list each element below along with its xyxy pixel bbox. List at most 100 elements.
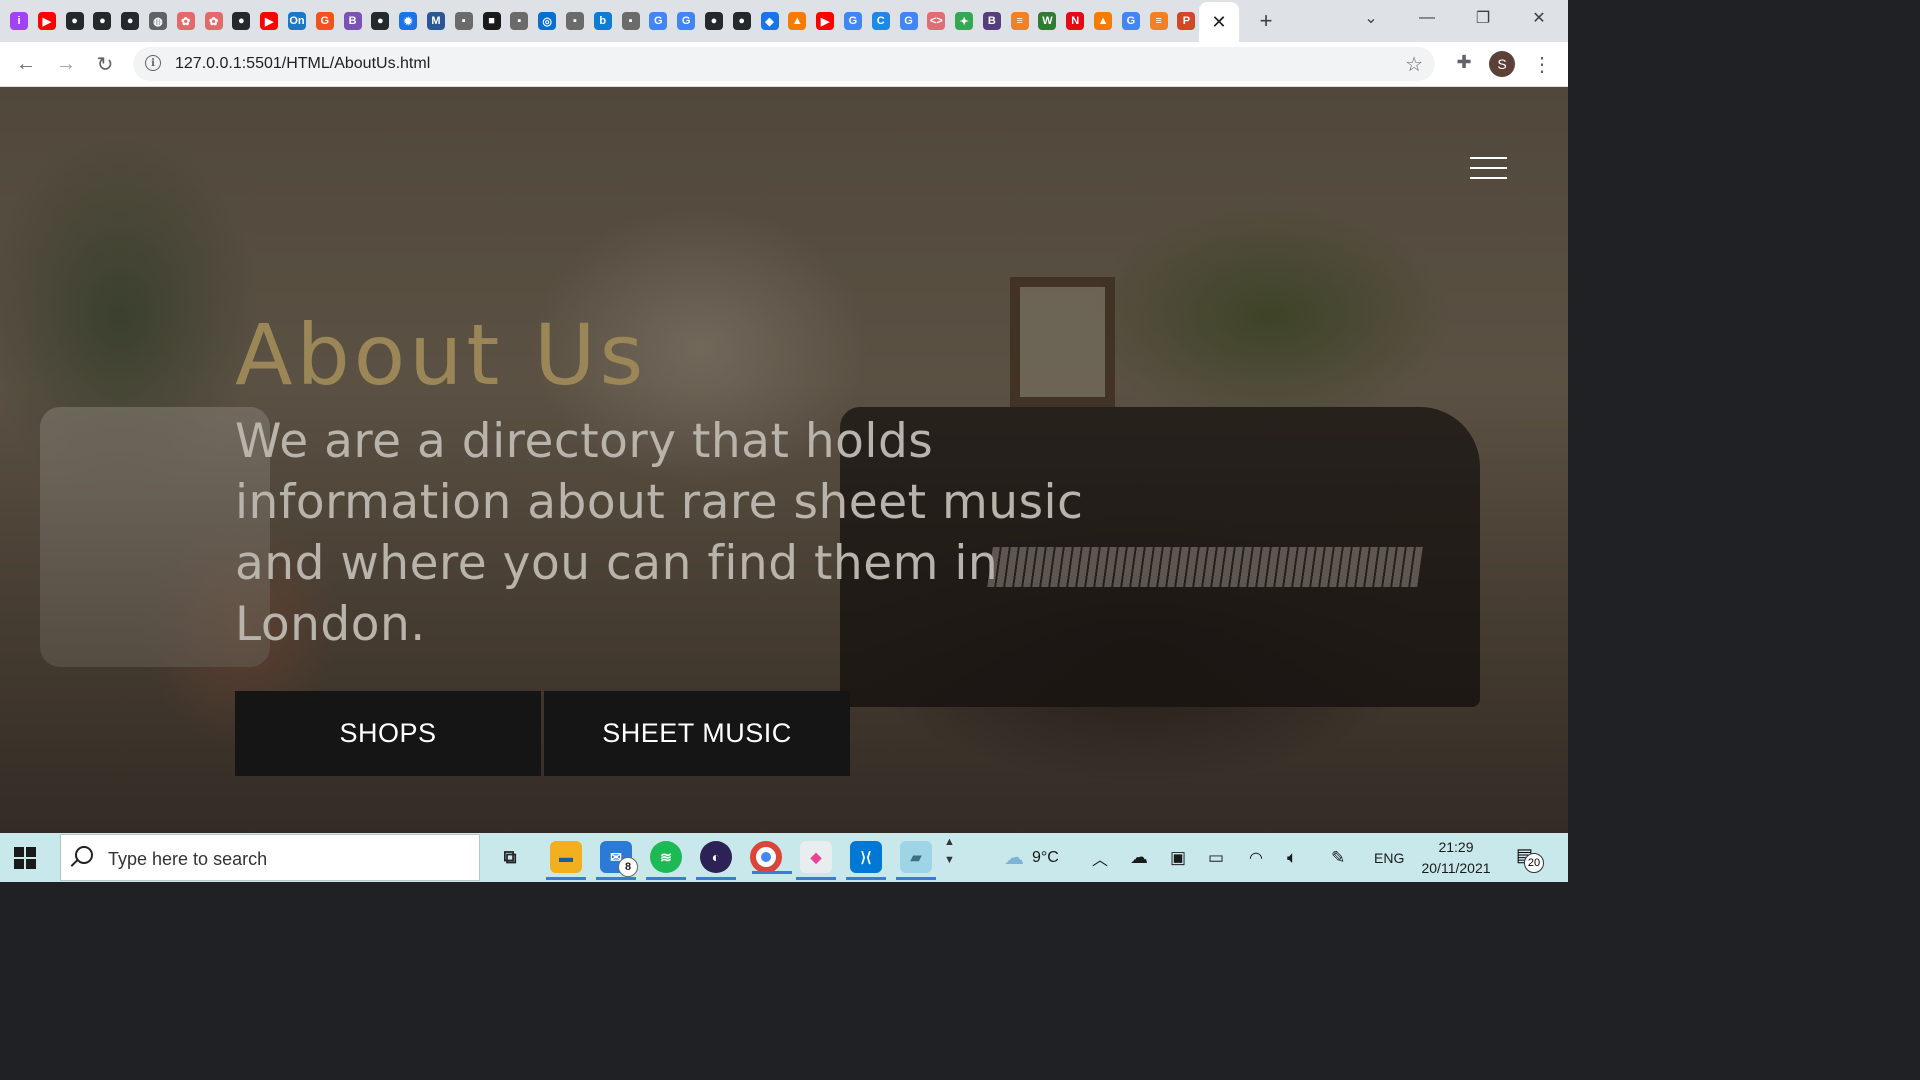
- address-bar[interactable]: i 127.0.0.1:5501/HTML/AboutUs.html ☆: [133, 47, 1435, 81]
- google-icon[interactable]: G: [677, 12, 696, 30]
- spotify-icon[interactable]: ≋: [646, 841, 686, 880]
- g-icon[interactable]: G: [315, 12, 334, 30]
- active-tab[interactable]: ✕: [1199, 2, 1239, 42]
- site-info-icon[interactable]: i: [145, 55, 161, 71]
- wifi-icon[interactable]: ◠: [1249, 833, 1263, 882]
- square-icon[interactable]: ■: [482, 12, 501, 30]
- url-text[interactable]: 127.0.0.1:5501/HTML/AboutUs.html: [175, 55, 430, 73]
- page-viewport: About Us We are a directory that holds i…: [0, 87, 1568, 833]
- language-indicator[interactable]: ENG: [1374, 833, 1404, 882]
- app-icon[interactable]: ▲: [788, 12, 807, 30]
- mail-badge: 8: [618, 857, 638, 877]
- tab-icon-1[interactable]: i: [10, 12, 28, 30]
- extensions-puzzle-icon[interactable]: ✚: [1452, 50, 1476, 74]
- onedrive-icon[interactable]: ☁: [1130, 833, 1148, 882]
- tab-icon-list: i ▶ ● ● ● ◍ ✿ ✿ ● ▶ On G B ● ✹ M ▪ ■ ▪ ◎ ▪ b ▪ G G ● ● ◆ ▲ ▶ G C G <> ✦ B ≡ W…: [0, 0, 1205, 42]
- hero-button-row: SHOPS SHEET MUSIC: [235, 691, 850, 776]
- taskbar-scroll-icon[interactable]: ▲ ▼: [944, 833, 955, 882]
- github-icon[interactable]: ●: [121, 12, 140, 30]
- bing-icon[interactable]: b: [593, 12, 612, 30]
- bootstrap-icon[interactable]: B: [982, 12, 1001, 30]
- cloud-icon: ☁: [1004, 847, 1024, 869]
- w-icon[interactable]: W: [1038, 12, 1057, 30]
- battery-icon[interactable]: ▭: [1208, 833, 1224, 882]
- clock-time: 21:29: [1438, 839, 1474, 855]
- minimize-icon[interactable]: —: [1404, 0, 1450, 36]
- display-icon[interactable]: ▣: [1170, 833, 1186, 882]
- volume-icon[interactable]: 🔈︎: [1287, 833, 1297, 882]
- code-icon[interactable]: <>: [927, 12, 946, 30]
- github-icon[interactable]: ●: [232, 12, 251, 30]
- google-icon[interactable]: G: [843, 12, 862, 30]
- hamburger-menu-icon[interactable]: [1470, 157, 1507, 179]
- weather-widget[interactable]: ☁ 9°C: [1004, 833, 1059, 882]
- azure-icon[interactable]: ◎: [538, 12, 557, 30]
- forward-arrow-icon[interactable]: →: [52, 50, 80, 78]
- youtube-icon[interactable]: ▶: [260, 12, 279, 30]
- openai-icon[interactable]: ✿: [204, 12, 223, 30]
- snip-tool-icon[interactable]: ◆: [796, 841, 836, 880]
- dots-icon[interactable]: ▪: [565, 12, 584, 30]
- github-icon[interactable]: ●: [65, 12, 84, 30]
- pen-icon[interactable]: ✎: [1331, 833, 1345, 882]
- page-description: We are a directory that holds informatio…: [235, 414, 1084, 652]
- shops-button[interactable]: SHOPS: [235, 691, 541, 776]
- sheet-music-button[interactable]: SHEET MUSIC: [544, 691, 850, 776]
- github-icon[interactable]: ●: [704, 12, 723, 30]
- restore-icon[interactable]: ❐: [1460, 0, 1506, 36]
- app-icon[interactable]: ▲: [1094, 12, 1113, 30]
- tab-search-icon[interactable]: ⌄: [1348, 0, 1394, 36]
- tab-strip: i ▶ ● ● ● ◍ ✿ ✿ ● ▶ On G B ● ✹ M ▪ ■ ▪ ◎ ▪ b ▪ G G ● ● ◆ ▲ ▶ G C G <> ✦ B ≡ W…: [0, 0, 1568, 42]
- back-arrow-icon[interactable]: ←: [12, 50, 40, 78]
- github-icon[interactable]: ●: [93, 12, 112, 30]
- profile-avatar[interactable]: S: [1489, 51, 1515, 77]
- youtube-icon[interactable]: ▶: [37, 12, 56, 30]
- github-icon[interactable]: ●: [371, 12, 390, 30]
- openai-icon[interactable]: ✿: [176, 12, 195, 30]
- onshape-icon[interactable]: On: [287, 12, 306, 30]
- notification-center-icon[interactable]: ▤ 20: [1516, 845, 1544, 873]
- page-title: About Us: [235, 306, 648, 404]
- github-icon[interactable]: ●: [732, 12, 751, 30]
- bookmark-star-icon[interactable]: ☆: [1405, 52, 1423, 77]
- stack-icon[interactable]: ≡: [1149, 12, 1168, 30]
- google-icon[interactable]: G: [649, 12, 668, 30]
- stack-icon[interactable]: ≡: [1010, 12, 1029, 30]
- notepad-icon[interactable]: ▰: [896, 841, 936, 880]
- task-view-icon[interactable]: ⧉: [494, 841, 526, 873]
- dots-icon[interactable]: ▪: [621, 12, 640, 30]
- globe-icon[interactable]: ◍: [148, 12, 167, 30]
- show-hidden-icons[interactable]: ︿: [1092, 833, 1108, 882]
- dots-icon[interactable]: ▪: [510, 12, 529, 30]
- bootstrap-icon[interactable]: B: [343, 12, 362, 30]
- window-close-icon[interactable]: ✕: [1516, 0, 1562, 36]
- youtube-icon[interactable]: ▶: [816, 12, 835, 30]
- hero-section: About Us We are a directory that holds i…: [235, 307, 1135, 655]
- browser-menu-icon[interactable]: ⋮: [1532, 50, 1552, 78]
- dots-icon[interactable]: ▪: [454, 12, 473, 30]
- reload-icon[interactable]: ↻: [91, 50, 119, 78]
- powerpoint-icon[interactable]: P: [1177, 12, 1196, 30]
- google-icon[interactable]: G: [1121, 12, 1140, 30]
- gear-icon[interactable]: ✹: [399, 12, 418, 30]
- search-icon: [75, 846, 93, 864]
- file-explorer-icon[interactable]: ▬: [546, 841, 586, 880]
- mvn-icon[interactable]: M: [426, 12, 445, 30]
- eclipse-icon[interactable]: ◐: [696, 841, 736, 880]
- vscode-icon[interactable]: ⟩⟨: [846, 841, 886, 880]
- windows-start-icon[interactable]: [14, 847, 36, 869]
- close-tab-icon[interactable]: ✕: [1211, 12, 1226, 33]
- browser-toolbar: ← → ↻ i 127.0.0.1:5501/HTML/AboutUs.html…: [0, 42, 1568, 87]
- c-icon[interactable]: C: [871, 12, 890, 30]
- mail-icon[interactable]: ✉ 8: [596, 841, 638, 880]
- taskbar-search-placeholder[interactable]: Type here to search: [108, 849, 267, 870]
- chrome-icon[interactable]: [750, 841, 792, 874]
- clock-date: 20/11/2021: [1421, 860, 1491, 876]
- colorful-icon[interactable]: ✦: [955, 12, 974, 30]
- taskbar-clock[interactable]: 21:29 20/11/2021: [1414, 837, 1498, 879]
- google-icon[interactable]: G: [899, 12, 918, 30]
- netflix-icon[interactable]: N: [1066, 12, 1085, 30]
- diamond-icon[interactable]: ◆: [760, 12, 779, 30]
- new-tab-button[interactable]: +: [1252, 7, 1280, 35]
- taskbar-search-box[interactable]: Type here to search: [60, 834, 480, 881]
